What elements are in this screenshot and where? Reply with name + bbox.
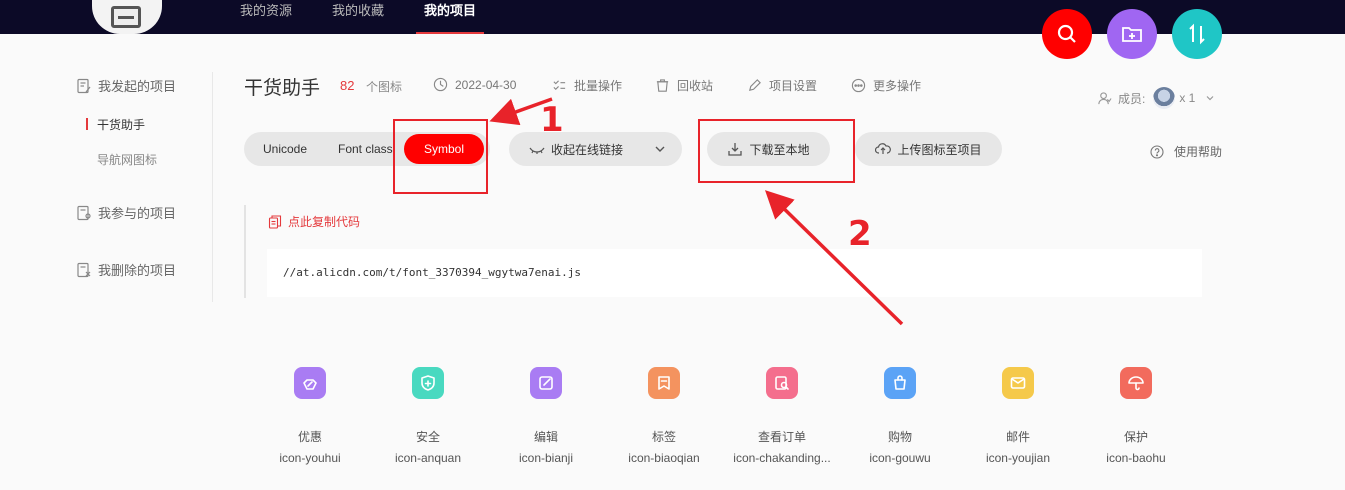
glyph-icon — [884, 367, 916, 399]
nav-my-favorites[interactable]: 我的收藏 — [332, 0, 384, 34]
copy-code-button[interactable]: 点此复制代码 — [268, 213, 360, 230]
tab-font-class[interactable]: Font class — [338, 132, 393, 166]
chevron-down-icon — [655, 146, 665, 152]
sidebar-item-nav-icons[interactable]: 导航网图标 — [97, 151, 157, 168]
members-icon — [1098, 91, 1112, 104]
sort-icon — [1189, 23, 1205, 45]
copy-icon — [268, 214, 282, 229]
question-icon — [1150, 144, 1164, 159]
more-actions-label: 更多操作 — [873, 79, 922, 93]
document-people-icon — [77, 205, 91, 220]
glyph-icon — [530, 367, 562, 399]
sidebar-group-participated[interactable]: 我参与的项目 — [76, 203, 176, 222]
recycle-bin-button[interactable]: 回收站 — [655, 77, 713, 94]
annotation-box-1 — [393, 119, 488, 194]
eye-closed-icon — [529, 147, 545, 154]
glyph-icon — [766, 367, 798, 399]
nav-my-resources[interactable]: 我的资源 — [240, 0, 292, 34]
glyph-icon — [1120, 367, 1152, 399]
upload-label: 上传图标至项目 — [897, 142, 982, 157]
code-section-bar — [244, 205, 246, 298]
sidebar-item-ganhuo[interactable]: 干货助手 — [85, 116, 145, 133]
project-members[interactable]: 成员: x 1 — [1097, 87, 1215, 109]
sidebar-group-label: 我发起的项目 — [98, 79, 177, 94]
project-date: 2022-04-30 — [433, 77, 516, 92]
search-icon — [1057, 24, 1076, 43]
icon-count-unit: 个图标 — [366, 80, 403, 94]
help-label: 使用帮助 — [1174, 145, 1223, 159]
check-list-icon — [553, 80, 566, 91]
tab-unicode[interactable]: Unicode — [263, 132, 307, 166]
sort-button[interactable] — [1172, 9, 1222, 59]
mascot-logo — [92, 0, 162, 34]
batch-operation-label: 批量操作 — [574, 79, 623, 93]
annotation-number-2: 2 — [848, 214, 872, 254]
glyph-icon — [294, 367, 326, 399]
more-actions-button[interactable]: 更多操作 — [851, 77, 921, 94]
sidebar-group-label: 我删除的项目 — [98, 263, 177, 278]
avatar — [1153, 87, 1176, 109]
glyph-icon — [412, 367, 444, 399]
pencil-icon — [749, 79, 761, 91]
upload-button[interactable]: 上传图标至项目 — [855, 132, 1002, 166]
glyph-icon — [648, 367, 680, 399]
code-url[interactable]: //at.alicdn.com/t/font_3370394_wgytwa7en… — [283, 266, 581, 279]
trash-icon — [656, 79, 669, 92]
icon-code: icon-baohu — [1106, 451, 1166, 465]
project-date-text: 2022-04-30 — [455, 77, 517, 92]
collapse-link-button[interactable]: 收起在线链接 — [509, 132, 682, 166]
project-settings-button[interactable]: 项目设置 — [747, 77, 817, 94]
annotation-box-2 — [698, 119, 855, 183]
add-folder-button[interactable] — [1107, 9, 1157, 59]
recycle-bin-label: 回收站 — [677, 79, 714, 93]
more-icon — [851, 78, 866, 93]
annotation-number-1: 1 — [540, 100, 564, 140]
sidebar-group-deleted[interactable]: 我删除的项目 — [76, 260, 176, 279]
icon-count: 82 — [340, 78, 355, 93]
chevron-down-icon — [1206, 96, 1214, 101]
clock-icon — [433, 77, 448, 92]
document-edit-icon — [77, 78, 91, 93]
project-settings-label: 项目设置 — [769, 79, 818, 93]
project-title: 干货助手 — [244, 78, 321, 99]
members-label: 成员: — [1118, 91, 1146, 106]
members-count: x 1 — [1179, 91, 1196, 105]
glyph-icon — [1002, 367, 1034, 399]
code-block: //at.alicdn.com/t/font_3370394_wgytwa7en… — [267, 249, 1202, 297]
search-button[interactable] — [1042, 9, 1092, 59]
copy-code-label: 点此复制代码 — [288, 215, 361, 229]
help-link[interactable]: 使用帮助 — [1150, 143, 1222, 160]
batch-operation-button[interactable]: 批量操作 — [552, 77, 622, 94]
cloud-upload-icon — [875, 143, 892, 154]
collapse-link-label: 收起在线链接 — [551, 142, 624, 157]
sidebar-divider — [212, 72, 213, 302]
nav-my-projects[interactable]: 我的项目 — [415, 0, 485, 34]
sidebar-group-label: 我参与的项目 — [98, 206, 177, 221]
sidebar-group-initiated[interactable]: 我发起的项目 — [76, 76, 176, 95]
add-folder-icon — [1122, 27, 1142, 42]
icon-name: 保护 — [1123, 430, 1148, 444]
document-delete-icon — [77, 262, 91, 277]
